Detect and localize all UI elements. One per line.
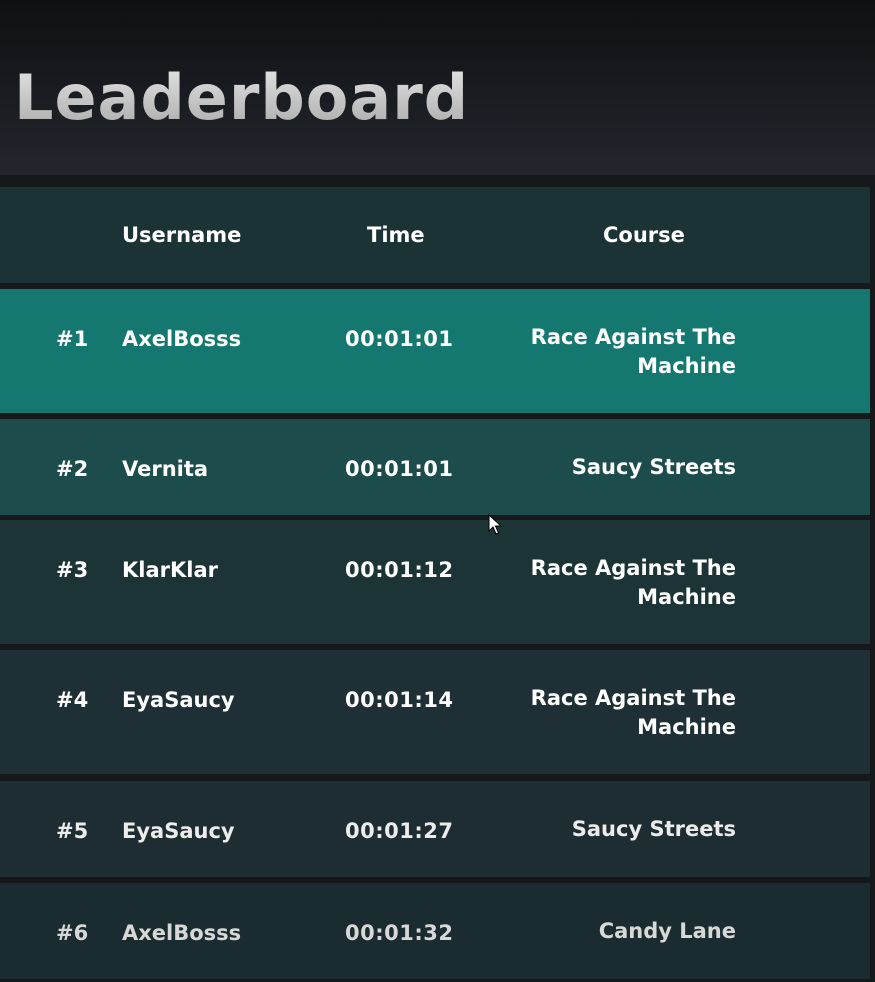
time-cell: 00:01:32 (345, 921, 454, 945)
table-row[interactable]: #6 AxelBosss 00:01:32 Candy Lane (0, 883, 870, 979)
username-cell: EyaSaucy (122, 819, 235, 843)
rank-cell: #5 (56, 819, 89, 843)
time-cell: 00:01:12 (345, 558, 454, 582)
rank-cell: #4 (56, 688, 89, 712)
rank-cell: #2 (56, 457, 89, 481)
table-row[interactable]: #3 KlarKlar 00:01:12 Race Against The Ma… (0, 520, 870, 644)
time-cell: 00:01:14 (345, 688, 454, 712)
mouse-pointer-icon (488, 514, 502, 535)
rank-cell: #1 (56, 327, 89, 351)
rank-cell: #3 (56, 558, 89, 582)
time-cell: 00:01:27 (345, 819, 454, 843)
username-cell: AxelBosss (122, 327, 242, 351)
course-cell: Race Against The Machine (530, 686, 736, 739)
column-header-time: Time (367, 223, 425, 247)
username-cell: Vernita (122, 457, 209, 481)
table-row[interactable]: #5 EyaSaucy 00:01:27 Saucy Streets (0, 781, 870, 877)
username-cell: EyaSaucy (122, 688, 235, 712)
course-cell: Candy Lane (598, 919, 736, 943)
username-cell: AxelBosss (122, 921, 242, 945)
rank-cell: #6 (56, 921, 89, 945)
course-cell: Saucy Streets (571, 817, 736, 841)
course-cell: Saucy Streets (571, 455, 736, 479)
username-cell: KlarKlar (122, 558, 218, 582)
column-header-course: Course (603, 223, 685, 247)
time-cell: 00:01:01 (345, 457, 454, 481)
time-cell: 00:01:01 (345, 327, 454, 351)
course-cell: Race Against The Machine (530, 325, 736, 378)
title-bar: Leaderboard (0, 0, 875, 175)
leaderboard-screen: Leaderboard Username Time Course #1 Axel… (0, 0, 875, 982)
course-cell: Race Against The Machine (530, 556, 736, 609)
column-header-username: Username (122, 223, 242, 247)
table-row[interactable]: #4 EyaSaucy 00:01:14 Race Against The Ma… (0, 650, 870, 774)
page-title: Leaderboard (14, 61, 470, 134)
table-row[interactable]: #2 Vernita 00:01:01 Saucy Streets (0, 419, 870, 515)
table-header-row: Username Time Course (0, 187, 870, 283)
table-row[interactable]: #1 AxelBosss 00:01:01 Race Against The M… (0, 289, 870, 413)
